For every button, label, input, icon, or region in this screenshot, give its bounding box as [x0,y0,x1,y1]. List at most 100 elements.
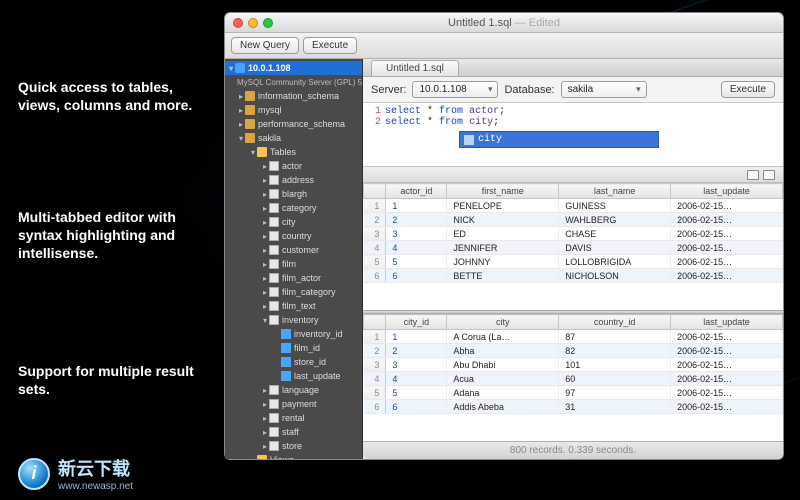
sql-editor[interactable]: 1 select * from actor; 2 select * from c… [363,103,783,167]
sidebar-column-inventory_id[interactable]: inventory_id [225,327,362,341]
sidebar-table-film_actor[interactable]: ▸ film_actor [225,271,362,285]
column-header[interactable]: first_name [447,184,559,199]
chevron-down-icon: ▾ [237,134,245,143]
table-row[interactable]: 5 5 JOHNNYLOLLOBRIGIDA2006-02-15… [364,255,783,269]
zoom-icon[interactable] [263,18,273,28]
table-icon [269,441,279,451]
chevron-right-icon: ▸ [261,428,269,437]
toolbar: New Query Execute [225,33,783,59]
table-icon [269,315,279,325]
sidebar-table-staff[interactable]: ▸ staff [225,425,362,439]
table-icon [269,385,279,395]
chevron-right-icon: ▸ [261,246,269,255]
chevron-right-icon: ▸ [237,92,245,101]
chevron-right-icon: ▸ [261,204,269,213]
folder-icon [257,147,267,157]
sidebar-folder-views[interactable]: ▸ Views [225,453,362,459]
sidebar-schema-information_schema[interactable]: ▸ information_schema [225,89,362,103]
sidebar-table-inventory[interactable]: ▾ inventory [225,313,362,327]
sidebar-table-country[interactable]: ▸ country [225,229,362,243]
table-icon [269,189,279,199]
autocomplete-popup[interactable]: city [459,131,659,148]
sidebar-schema-performance_schema[interactable]: ▸ performance_schema [225,117,362,131]
sidebar-column-film_id[interactable]: film_id [225,341,362,355]
close-icon[interactable] [233,18,243,28]
result-grid-1[interactable]: actor_idfirst_namelast_namelast_update 1… [363,183,783,310]
table-row[interactable]: 5 5 Adana972006-02-15… [364,386,783,400]
sidebar-table-actor[interactable]: ▸ actor [225,159,362,173]
editor-tabbar: Untitled 1.sql [363,59,783,77]
execute-query-button[interactable]: Execute [721,81,775,98]
column-icon [281,357,291,367]
table-row[interactable]: 6 6 BETTENICHOLSON2006-02-15… [364,269,783,283]
column-header[interactable]: country_id [559,315,671,330]
sidebar-schema-mysql[interactable]: ▸ mysql [225,103,362,117]
titlebar[interactable]: Untitled 1.sql — Edited [225,13,783,33]
editor-line: 2 select * from city; [367,117,779,128]
sidebar-table-language[interactable]: ▸ language [225,383,362,397]
schema-icon [245,119,255,129]
table-row[interactable]: 2 2 NICKWAHLBERG2006-02-15… [364,213,783,227]
sidebar-table-film_category[interactable]: ▸ film_category [225,285,362,299]
app-window: Untitled 1.sql — Edited New Query Execut… [224,12,784,460]
server-icon [235,63,245,73]
tab-untitled[interactable]: Untitled 1.sql [371,60,459,76]
table-row[interactable]: 2 2 Abha822006-02-15… [364,344,783,358]
table-icon [269,399,279,409]
table-row[interactable]: 4 4 Acua602006-02-15… [364,372,783,386]
sidebar-table-customer[interactable]: ▸ customer [225,243,362,257]
chevron-down-icon: ▾ [227,64,235,73]
sidebar-table-store[interactable]: ▸ store [225,439,362,453]
sidebar-connection[interactable]: ▾ 10.0.1.108 [225,61,362,75]
table-row[interactable]: 6 6 Addis Abeba312006-02-15… [364,400,783,414]
sidebar-schema-sakila[interactable]: ▾ sakila [225,131,362,145]
column-header[interactable]: last_update [671,184,783,199]
new-query-button[interactable]: New Query [231,37,299,54]
table-icon [269,301,279,311]
table-row[interactable]: 3 3 Abu Dhabi1012006-02-15… [364,358,783,372]
chevron-right-icon: ▸ [261,260,269,269]
chevron-right-icon: ▸ [261,414,269,423]
folder-icon [257,455,267,459]
chevron-right-icon: ▸ [237,106,245,115]
export-icon[interactable] [747,170,759,180]
copy-icon[interactable] [763,170,775,180]
sidebar-table-category[interactable]: ▸ category [225,201,362,215]
table-icon [269,287,279,297]
column-header[interactable]: city_id [386,315,447,330]
sidebar-table-city[interactable]: ▸ city [225,215,362,229]
chevron-right-icon: ▸ [261,162,269,171]
table-row[interactable]: 3 3 EDCHASE2006-02-15… [364,227,783,241]
sidebar-table-payment[interactable]: ▸ payment [225,397,362,411]
table-header-row: city_idcitycountry_idlast_update [364,315,783,330]
table-row[interactable]: 1 1 A Corua (La…872006-02-15… [364,330,783,344]
chevron-right-icon: ▸ [237,120,245,129]
table-icon [269,217,279,227]
table-icon [269,175,279,185]
database-select[interactable]: sakila [561,81,647,98]
result-grid-2[interactable]: city_idcitycountry_idlast_update 1 1 A C… [363,314,783,441]
execute-button[interactable]: Execute [303,37,357,54]
schema-sidebar[interactable]: ▾ 10.0.1.108 MySQL Community Server (GPL… [225,59,363,459]
sidebar-table-rental[interactable]: ▸ rental [225,411,362,425]
editor-line: 1 select * from actor; [367,106,779,117]
sidebar-table-blargh[interactable]: ▸ blargh [225,187,362,201]
sidebar-column-store_id[interactable]: store_id [225,355,362,369]
column-header[interactable]: last_name [559,184,671,199]
sidebar-table-film[interactable]: ▸ film [225,257,362,271]
table-row[interactable]: 4 4 JENNIFERDAVIS2006-02-15… [364,241,783,255]
sidebar-table-address[interactable]: ▸ address [225,173,362,187]
server-select[interactable]: 10.0.1.108 [412,81,498,98]
sidebar-table-film_text[interactable]: ▸ film_text [225,299,362,313]
minimize-icon[interactable] [248,18,258,28]
column-header[interactable]: last_update [671,315,783,330]
sidebar-column-last_update[interactable]: last_update [225,369,362,383]
chevron-down-icon: ▾ [249,148,257,157]
table-icon [269,231,279,241]
table-row[interactable]: 1 1 PENELOPEGUINESS2006-02-15… [364,199,783,213]
sidebar-folder-tables[interactable]: ▾ Tables [225,145,362,159]
chevron-right-icon: ▸ [261,302,269,311]
column-header[interactable]: city [447,315,559,330]
results-toolbar [363,167,783,183]
column-header[interactable]: actor_id [386,184,447,199]
